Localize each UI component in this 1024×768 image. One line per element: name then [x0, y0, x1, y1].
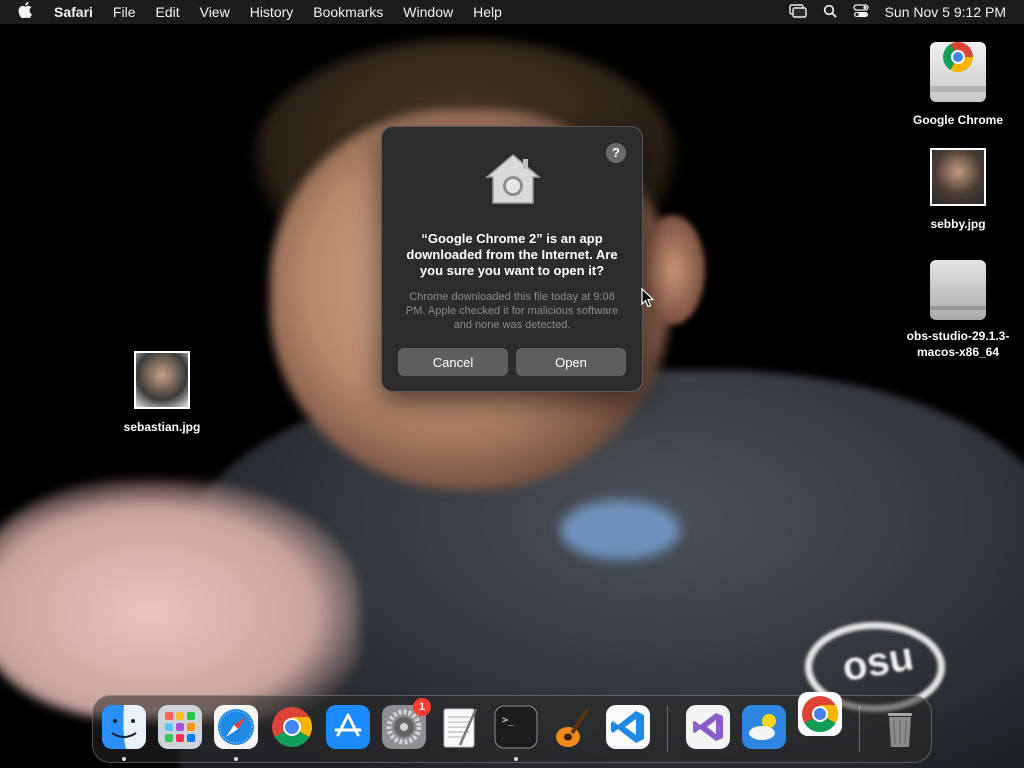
dock-google-chrome-2[interactable] — [798, 692, 842, 736]
terminal-icon: >_ — [494, 705, 538, 749]
spotlight-search-icon[interactable] — [823, 4, 837, 21]
menu-app-name[interactable]: Safari — [50, 0, 103, 24]
dock-visual-studio[interactable] — [686, 705, 730, 749]
dock-google-chrome[interactable] — [270, 705, 314, 749]
menu-help[interactable]: Help — [463, 0, 512, 24]
vscode-icon — [606, 705, 650, 749]
cancel-button[interactable]: Cancel — [398, 348, 508, 376]
dock-visual-studio-code[interactable] — [606, 705, 650, 749]
image-thumbnail — [930, 148, 986, 206]
chrome-disk-image-icon — [930, 42, 986, 102]
dialog-title: “Google Chrome 2” is an app downloaded f… — [406, 231, 618, 278]
desktop-icon-google-chrome[interactable]: Google Chrome — [888, 34, 1024, 128]
menu-window[interactable]: Window — [393, 0, 463, 24]
desktop-icon-obs-studio[interactable]: obs-studio-29.1.3-macos-x86_64 — [888, 260, 1024, 360]
desktop-icon-label: obs-studio-29.1.3-macos-x86_64 — [906, 329, 1010, 359]
dock-weather[interactable] — [742, 705, 786, 749]
menu-file[interactable]: File — [103, 0, 146, 24]
finder-icon — [102, 705, 146, 749]
dock-safari[interactable] — [214, 705, 258, 749]
disk-image-icon — [930, 260, 986, 320]
dock-finder[interactable] — [102, 705, 146, 749]
gatekeeper-house-icon — [485, 154, 541, 204]
visual-studio-icon — [686, 705, 730, 749]
dock-terminal[interactable]: >_ — [494, 705, 538, 749]
menu-view[interactable]: View — [190, 0, 240, 24]
dock: 1 >_ — [92, 692, 932, 763]
dialog-message: Chrome downloaded this file today at 9:0… — [405, 291, 619, 331]
desktop-icon-label: Google Chrome — [912, 113, 1003, 127]
desktop-icon-label: sebby.jpg — [930, 217, 986, 231]
desktop-icon-label: sebastian.jpg — [123, 420, 201, 434]
open-app-warning-dialog: ? “Google Chrome 2” is an app downloaded… — [381, 126, 643, 392]
garageband-icon — [556, 707, 590, 747]
menu-edit[interactable]: Edit — [145, 0, 189, 24]
dock-launchpad[interactable] — [158, 705, 202, 749]
control-center-icon[interactable] — [852, 3, 869, 21]
open-button[interactable]: Open — [516, 348, 626, 376]
chrome-icon — [798, 692, 842, 736]
launchpad-icon — [158, 705, 202, 749]
textedit-icon — [443, 708, 478, 748]
notification-badge: 1 — [413, 698, 431, 716]
dock-system-settings[interactable]: 1 — [382, 698, 431, 749]
svg-text:>_: >_ — [502, 715, 515, 726]
dock-textedit[interactable] — [438, 705, 482, 749]
dock-garageband[interactable] — [550, 705, 594, 749]
mouse-pointer-icon — [641, 288, 655, 308]
menu-bar: Safari File Edit View History Bookmarks … — [0, 0, 1024, 24]
help-button[interactable]: ? — [606, 143, 626, 163]
desktop-icon-sebastian-jpg[interactable]: sebastian.jpg — [92, 351, 232, 435]
menu-history[interactable]: History — [240, 0, 304, 24]
desktop-icon-sebby-jpg[interactable]: sebby.jpg — [888, 148, 1024, 232]
apple-icon[interactable] — [0, 1, 50, 23]
menubar-clock[interactable]: Sun Nov 5 9:12 PM — [885, 4, 1006, 20]
dock-trash[interactable] — [878, 705, 922, 749]
screen-mirroring-icon[interactable] — [788, 3, 807, 21]
weather-icon — [742, 705, 786, 749]
menu-bookmarks[interactable]: Bookmarks — [303, 0, 393, 24]
chrome-icon — [272, 707, 312, 747]
safari-icon — [214, 705, 258, 749]
image-thumbnail — [134, 351, 190, 409]
app-store-icon — [326, 705, 370, 749]
dock-app-store[interactable] — [326, 705, 370, 749]
trash-icon — [888, 713, 912, 747]
